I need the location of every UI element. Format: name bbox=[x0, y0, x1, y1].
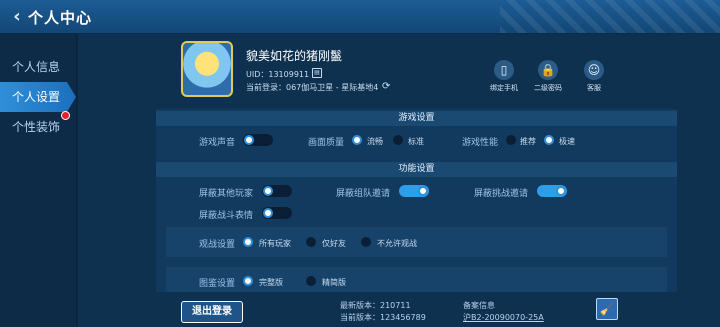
block-team-invite-toggle[interactable] bbox=[399, 185, 429, 197]
quality-label: 画面质量 bbox=[308, 138, 345, 148]
function-settings-header: 功能设置 bbox=[156, 162, 677, 177]
quality-option-smooth-label: 流畅 bbox=[367, 137, 383, 146]
partial-row-label: 图鉴设置 bbox=[199, 279, 236, 289]
spectate-option-all[interactable] bbox=[243, 237, 253, 247]
partial-option-full[interactable] bbox=[243, 276, 253, 286]
block-players-label: 屏蔽其他玩家 bbox=[199, 189, 254, 199]
sidebar-item-profile-info[interactable]: 个人信息 bbox=[0, 52, 76, 82]
spectate-option-friends[interactable] bbox=[306, 237, 316, 247]
sidebar-item-personal-settings[interactable]: 个人设置 bbox=[0, 82, 76, 112]
spectate-option-all-label: 所有玩家 bbox=[259, 239, 291, 248]
second-password-button[interactable]: 🔒 二级密码 bbox=[528, 60, 568, 92]
toggle-knob bbox=[263, 186, 273, 196]
toggle-knob bbox=[263, 208, 273, 218]
spectate-option-friends-label: 仅好友 bbox=[322, 239, 346, 248]
block-challenge-label: 屏蔽挑战邀请 bbox=[474, 189, 529, 199]
latest-version: 最新版本：210711 bbox=[340, 301, 411, 310]
copy-icon[interactable]: ▤ bbox=[312, 68, 322, 78]
top-bar: ‹ 个人中心 bbox=[0, 0, 720, 34]
bind-phone-button[interactable]: ▯ 绑定手机 bbox=[484, 60, 524, 92]
logout-button[interactable]: 退出登录 bbox=[181, 301, 243, 323]
footer: 退出登录 最新版本：210711 当前版本：123456789 备案信息 沪B2… bbox=[78, 292, 720, 327]
bind-phone-label: 绑定手机 bbox=[490, 84, 518, 92]
spectate-label: 观战设置 bbox=[199, 240, 236, 250]
quality-option-standard-label: 标准 bbox=[408, 137, 424, 146]
toggle-knob bbox=[556, 186, 566, 196]
spectate-option-none[interactable] bbox=[361, 237, 371, 247]
player-uid: UID：13109911 bbox=[246, 70, 310, 79]
sidebar: 个人信息 个人设置 个性装饰 bbox=[0, 34, 76, 327]
record-number-link[interactable]: 沪B2-20090070-25A bbox=[463, 312, 544, 323]
partial-option-full-label: 完整版 bbox=[259, 278, 283, 287]
notification-badge bbox=[61, 111, 70, 120]
toggle-knob bbox=[244, 135, 254, 145]
record-title: 备案信息 bbox=[463, 301, 495, 310]
performance-option-recommended-label: 推荐 bbox=[520, 137, 536, 146]
second-password-label: 二级密码 bbox=[534, 84, 562, 92]
page-title: 个人中心 bbox=[28, 9, 93, 27]
spectate-option-none-label: 不允许观战 bbox=[377, 239, 417, 248]
current-version: 当前版本：123456789 bbox=[340, 313, 426, 322]
main-content: 貌美如花的猪刚鬣 UID：13109911 ▤ 当前登录：067伽马卫星 - 星… bbox=[78, 34, 720, 327]
performance-option-turbo[interactable] bbox=[544, 135, 554, 145]
partial-option-simple-label: 精简版 bbox=[322, 278, 346, 287]
block-emotes-label: 屏蔽战斗表情 bbox=[199, 211, 254, 221]
customer-service-label: 客服 bbox=[587, 84, 601, 92]
customer-service-button[interactable]: ☺ 客服 bbox=[574, 60, 614, 92]
performance-option-recommended[interactable] bbox=[506, 135, 516, 145]
lock-icon: 🔒 bbox=[538, 60, 558, 80]
block-challenge-toggle[interactable] bbox=[537, 185, 567, 197]
support-icon: ☺ bbox=[584, 60, 604, 80]
game-settings-header: 游戏设置 bbox=[156, 111, 677, 126]
quality-option-smooth[interactable] bbox=[352, 135, 362, 145]
avatar[interactable] bbox=[181, 41, 233, 97]
header-decoration bbox=[500, 0, 720, 33]
quality-option-standard[interactable] bbox=[393, 135, 403, 145]
refresh-icon[interactable]: ⟳ bbox=[382, 81, 393, 92]
toggle-knob bbox=[418, 186, 428, 196]
block-players-toggle[interactable] bbox=[262, 185, 292, 197]
spectate-settings-row: 观战设置 所有玩家 仅好友 不允许观战 bbox=[166, 227, 667, 257]
block-team-invite-label: 屏蔽组队邀请 bbox=[336, 189, 391, 199]
player-nickname: 貌美如花的猪刚鬣 bbox=[246, 49, 343, 63]
partial-option-simple[interactable] bbox=[306, 276, 316, 286]
game-sound-toggle[interactable] bbox=[243, 134, 273, 146]
last-login-server: 当前登录：067伽马卫星 - 星际基地4 bbox=[246, 83, 379, 92]
performance-option-turbo-label: 极速 bbox=[559, 137, 575, 146]
performance-label: 游戏性能 bbox=[462, 138, 499, 148]
broom-icon[interactable]: 🧹 bbox=[596, 298, 618, 320]
game-sound-label: 游戏声音 bbox=[199, 138, 236, 148]
back-arrow-icon[interactable]: ‹ bbox=[6, 6, 28, 28]
phone-icon: ▯ bbox=[494, 60, 514, 80]
block-emotes-toggle[interactable] bbox=[262, 207, 292, 219]
